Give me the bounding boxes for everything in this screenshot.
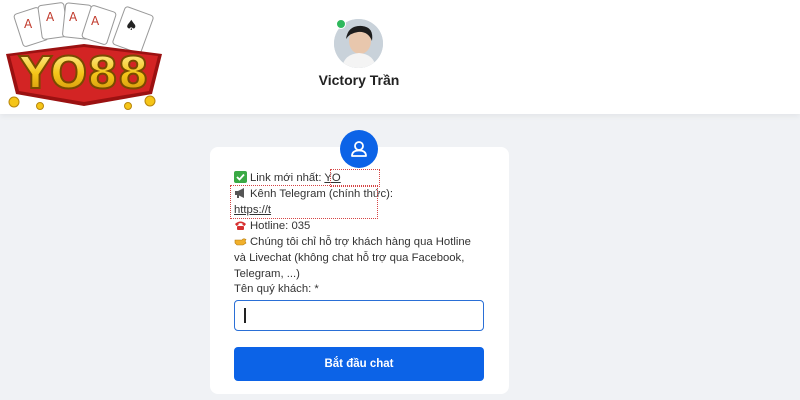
check-mark-icon — [234, 171, 247, 183]
yo88-logo[interactable]: A A A A ♠ YO88 — [0, 2, 168, 110]
svg-text:A: A — [46, 10, 55, 24]
megaphone-icon — [235, 188, 244, 198]
pointing-hand-icon — [234, 238, 247, 246]
notice-link-line: Link mới nhất: YO — [234, 170, 484, 186]
notice-support-line: Chúng tôi chỉ hỗ trợ khách hàng qua Hotl… — [234, 234, 484, 282]
notice-hotline-label: Hotline: — [250, 220, 292, 232]
customer-name-input[interactable] — [234, 300, 484, 331]
notice-block: Link mới nhất: YO Kênh Telegram (chính t… — [234, 170, 484, 282]
start-chat-button[interactable]: Bắt đầu chat — [234, 347, 484, 381]
svg-text:♠: ♠ — [125, 18, 138, 34]
user-icon — [351, 141, 367, 157]
telegram-link[interactable]: https://t — [234, 204, 271, 216]
svg-text:YO88: YO88 — [19, 48, 149, 99]
notice-telegram-line: Kênh Telegram (chính thức): — [234, 186, 484, 202]
text-caret — [244, 308, 246, 323]
name-field-label: Tên quý khách: * — [234, 283, 319, 295]
prechat-form-card: Link mới nhất: YO Kênh Telegram (chính t… — [210, 147, 509, 394]
latest-link[interactable]: YO — [324, 172, 340, 184]
svg-text:A: A — [91, 14, 100, 28]
telephone-icon — [235, 221, 246, 230]
agent-name: Victory Trần — [318, 72, 400, 88]
notice-link-label: Link mới nhất: — [250, 172, 325, 184]
notice-telegram-label: Kênh Telegram (chính thức): — [250, 188, 393, 200]
notice-telegram-link-line: https://t — [234, 202, 484, 218]
support-notice-text: Chúng tôi chỉ hỗ trợ khách hàng qua Hotl… — [234, 236, 471, 280]
svg-text:A: A — [24, 17, 33, 31]
online-status-dot — [336, 19, 346, 29]
hotline-number[interactable]: 035 — [291, 220, 310, 232]
user-badge — [340, 130, 378, 168]
svg-text:A: A — [69, 10, 78, 24]
chat-header: A A A A ♠ YO88 Victory Trần — [0, 0, 800, 114]
notice-hotline-line: Hotline: 035 — [234, 218, 484, 234]
